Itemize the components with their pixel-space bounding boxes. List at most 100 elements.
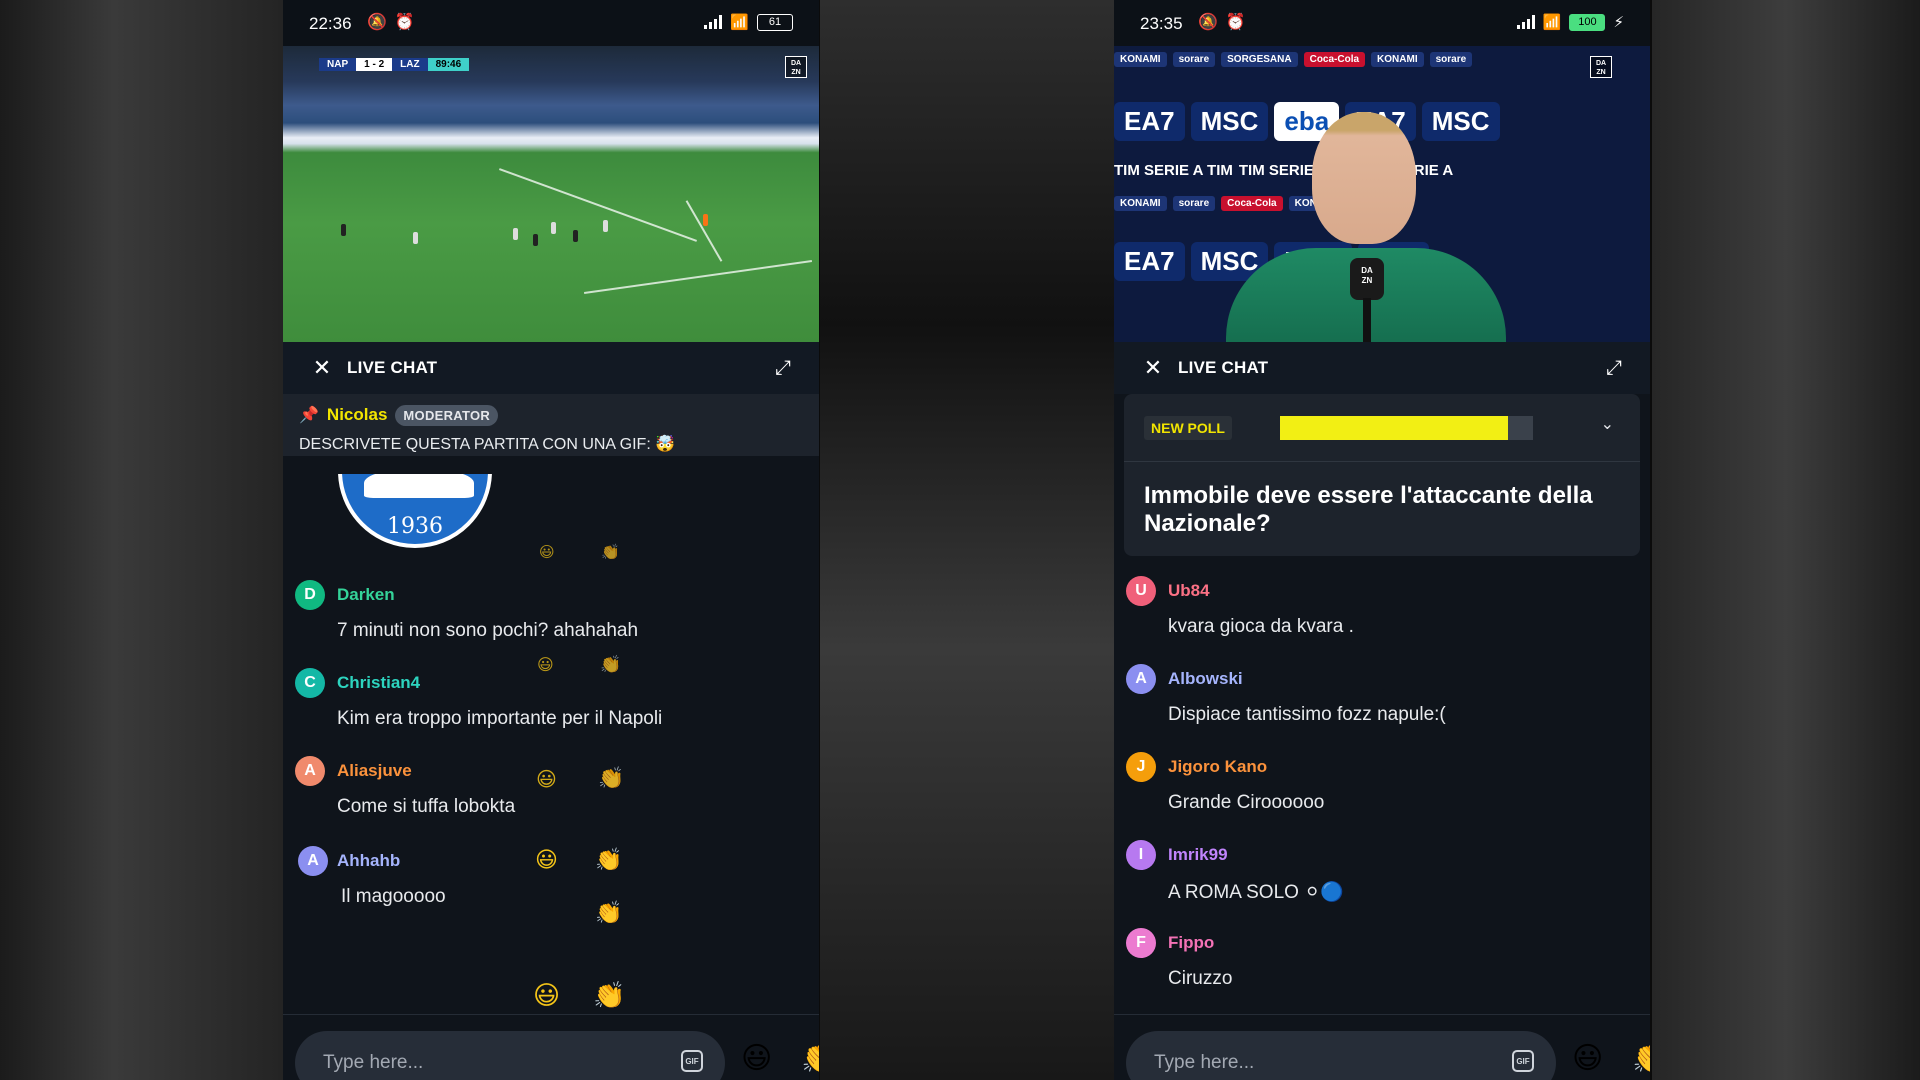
avatar[interactable]: A: [295, 756, 325, 786]
close-icon[interactable]: ✕: [311, 357, 333, 379]
alarm-icon: ⏰: [394, 14, 415, 31]
message-input[interactable]: [321, 1051, 655, 1075]
match-clock: 89:46: [427, 58, 470, 71]
message-author[interactable]: Ub84: [1168, 581, 1210, 601]
interviewee: DA ZN: [1226, 98, 1506, 342]
clapping-emoji-icon: 👏: [595, 900, 623, 925]
goalkeeper: [703, 214, 708, 226]
clapping-emoji-icon[interactable]: 👏: [1632, 1041, 1650, 1076]
chevron-down-icon[interactable]: ⌄: [1601, 414, 1614, 434]
chat-title: LIVE CHAT: [347, 358, 438, 377]
message-author[interactable]: Christian4: [337, 673, 420, 693]
poll-progress-bar: [1280, 416, 1533, 440]
pinned-author[interactable]: Nicolas: [327, 405, 387, 425]
charging-icon: ⚡: [1613, 14, 1624, 31]
player: [341, 224, 346, 236]
video-player[interactable]: NAP 1 - 2 LAZ 89:46 DA ZN: [283, 46, 819, 342]
grinning-emoji-icon: 😃: [535, 847, 558, 872]
avatar[interactable]: C: [295, 668, 325, 698]
avatar[interactable]: F: [1126, 928, 1156, 958]
clapping-emoji-icon[interactable]: 👏: [801, 1041, 819, 1076]
message-input[interactable]: [1152, 1051, 1486, 1075]
clapping-emoji-icon: 👏: [593, 980, 626, 1010]
wifi-icon: 📶: [1542, 14, 1562, 31]
message-text: Il magooooo: [341, 886, 446, 907]
message-author[interactable]: Ahhahb: [337, 851, 400, 871]
clapping-emoji-icon: 👏: [598, 767, 625, 790]
dazn-logo: DA ZN: [785, 56, 807, 78]
sponsor-banner: KONAMI sorare SORGESANA Coca-Cola KONAMI sora…: [1114, 52, 1650, 67]
message-text: Dispiace tantissimo fozz napule:(: [1168, 704, 1446, 725]
background-panel-right: [1652, 0, 1920, 1080]
message-author[interactable]: Fippo: [1168, 933, 1214, 953]
background-panel-center: [820, 0, 1114, 1080]
status-bar: 22:36 🔕 ⏰ 📶 61: [283, 0, 819, 46]
message-text: Kim era troppo importante per il Napoli: [337, 708, 663, 729]
team-home: NAP: [319, 58, 357, 71]
pin-icon: 📌: [299, 407, 319, 424]
avatar[interactable]: J: [1126, 752, 1156, 782]
microphone-icon: DA ZN: [1350, 258, 1384, 300]
player: [573, 230, 578, 242]
poll-question: Immobile deve essere l'attaccante della …: [1144, 482, 1593, 537]
mute-icon: 🔕: [1198, 14, 1218, 31]
status-time: 22:36: [309, 14, 352, 33]
grinning-emoji-icon: 😃: [537, 657, 554, 674]
poll-card[interactable]: NEW POLL ⌄ Immobile deve essere l'attacc…: [1124, 394, 1640, 556]
phone-screen-left: 22:36 🔕 ⏰ 📶 61 NAP 1 - 2 LAZ 89:46 DAZN: [283, 0, 819, 1080]
avatar[interactable]: A: [298, 846, 328, 876]
chat-message: I Imrik99 A ROMA SOLO ⚪🔵: [1114, 840, 1650, 920]
club-crest-image: 1936: [338, 474, 492, 548]
message-author[interactable]: Albowski: [1168, 669, 1243, 689]
message-author[interactable]: Imrik99: [1168, 845, 1228, 865]
scoreboard: NAP 1 - 2 LAZ 89:46: [319, 58, 470, 71]
gif-image[interactable]: 1936: [338, 474, 528, 554]
chat-header: ✕ LIVE CHAT ⤢: [1114, 342, 1650, 394]
message-author[interactable]: Darken: [337, 585, 395, 605]
message-text: Grande Ciroooooo: [1168, 792, 1325, 813]
avatar[interactable]: U: [1126, 576, 1156, 606]
status-notification-icons: 🔕 ⏰: [367, 12, 415, 32]
grinning-emoji-icon: 😃: [533, 980, 561, 1010]
message-text: kvara gioca da kvara .: [1168, 616, 1354, 637]
chat-message: J Jigoro Kano Grande Ciroooooo: [1114, 752, 1650, 832]
grinning-emoji-icon[interactable]: 😃: [741, 1041, 772, 1076]
team-away: LAZ: [392, 58, 428, 71]
message-author[interactable]: Aliasjuve: [337, 761, 412, 781]
close-icon[interactable]: ✕: [1142, 357, 1164, 379]
pitch-line: [685, 200, 723, 262]
expand-icon[interactable]: ⤢: [771, 356, 795, 380]
message-input-container[interactable]: GIF: [1126, 1031, 1556, 1080]
gif-picker-icon[interactable]: GIF: [1512, 1050, 1534, 1072]
player: [513, 228, 518, 240]
pitch-line: [498, 168, 698, 242]
alarm-icon: ⏰: [1225, 14, 1246, 31]
gif-caption: 1936: [387, 514, 443, 539]
video-player[interactable]: KONAMI sorare SORGESANA Coca-Cola KONAMI sora…: [1114, 46, 1650, 342]
avatar[interactable]: I: [1126, 840, 1156, 870]
score: 1 - 2: [356, 58, 393, 71]
gif-picker-icon[interactable]: GIF: [681, 1050, 703, 1072]
clapping-emoji-icon: 👏: [601, 544, 620, 561]
signal-icon: [704, 15, 723, 29]
player: [551, 222, 556, 234]
message-composer: GIF 😃 👏: [283, 1014, 819, 1080]
grinning-emoji-icon[interactable]: 😃: [1572, 1041, 1603, 1076]
expand-icon[interactable]: ⤢: [1602, 356, 1626, 380]
clapping-emoji-icon: 👏: [600, 655, 622, 674]
pinned-text: DESCRIVETE QUESTA PARTITA CON UNA GIF: 🤯: [299, 436, 676, 453]
pinned-message: 📌 Nicolas MODERATOR DESCRIVETE QUESTA PA…: [283, 394, 819, 456]
message-author[interactable]: Jigoro Kano: [1168, 757, 1267, 777]
battery-icon: 100: [1569, 13, 1606, 31]
chat-message: A Albowski Dispiace tantissimo fozz napu…: [1114, 664, 1650, 744]
avatar[interactable]: D: [295, 580, 325, 610]
avatar[interactable]: A: [1126, 664, 1156, 694]
new-poll-badge: NEW POLL: [1144, 416, 1232, 440]
grinning-emoji-icon: 😃: [539, 544, 555, 561]
status-system-icons: 📶 100 ⚡: [1516, 13, 1624, 31]
battery-icon: 61: [757, 13, 793, 31]
message-input-container[interactable]: GIF: [295, 1031, 725, 1080]
poll-progress-fill: [1280, 416, 1508, 440]
message-composer: GIF 😃 👏: [1114, 1014, 1650, 1080]
chat-message: D Darken 7 minuti non sono pochi? ahahah…: [283, 580, 819, 660]
